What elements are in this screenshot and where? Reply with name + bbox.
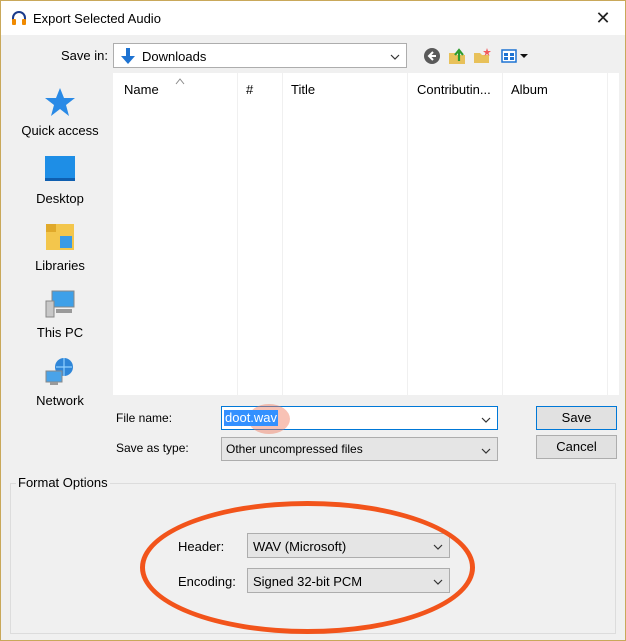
star-icon bbox=[42, 85, 78, 119]
column-header: Name bbox=[124, 82, 159, 97]
title-bar: Export Selected Audio ✕ bbox=[1, 1, 625, 35]
audacity-headphones-icon bbox=[11, 10, 27, 26]
save-in-dropdown[interactable]: Downloads bbox=[113, 43, 407, 68]
column-name[interactable]: Name bbox=[113, 73, 238, 395]
new-folder-icon[interactable] bbox=[472, 46, 492, 66]
column-header: Contributin... bbox=[417, 82, 491, 97]
save-in-label: Save in: bbox=[61, 48, 108, 63]
desktop-icon bbox=[42, 153, 78, 187]
column-number[interactable]: # bbox=[238, 73, 283, 395]
save-button[interactable]: Save bbox=[536, 406, 617, 430]
column-header: Title bbox=[291, 82, 316, 97]
column-header: Album bbox=[511, 82, 548, 97]
sort-ascending-icon bbox=[175, 73, 185, 85]
header-dropdown[interactable]: WAV (Microsoft) bbox=[247, 533, 450, 558]
chevron-down-icon bbox=[433, 575, 443, 585]
encoding-label: Encoding: bbox=[178, 574, 236, 589]
format-options-group bbox=[10, 483, 616, 634]
place-label: Quick access bbox=[21, 123, 99, 138]
place-this-pc[interactable]: This PC bbox=[12, 287, 108, 349]
chevron-down-icon bbox=[390, 50, 400, 60]
place-label: Libraries bbox=[35, 258, 85, 273]
place-label: Network bbox=[36, 393, 84, 408]
format-options-title: Format Options bbox=[16, 475, 110, 490]
back-icon[interactable] bbox=[422, 46, 442, 66]
chevron-down-icon[interactable] bbox=[481, 413, 491, 423]
place-desktop[interactable]: Desktop bbox=[12, 153, 108, 215]
save-as-type-value: Other uncompressed files bbox=[226, 442, 363, 456]
window-title: Export Selected Audio bbox=[33, 11, 161, 26]
column-contributing[interactable]: Contributin... bbox=[408, 73, 503, 395]
save-in-value: Downloads bbox=[142, 49, 207, 64]
file-name-input[interactable]: doot.wav bbox=[221, 404, 498, 434]
column-album[interactable]: Album bbox=[503, 73, 608, 395]
file-list[interactable]: Name # Title Contributin... Album bbox=[113, 73, 619, 395]
header-value: WAV (Microsoft) bbox=[253, 539, 347, 554]
export-dialog: Export Selected Audio ✕ Save in: Downloa… bbox=[0, 0, 626, 641]
column-header: # bbox=[246, 82, 254, 97]
save-as-type-label: Save as type: bbox=[116, 441, 189, 455]
encoding-dropdown[interactable]: Signed 32-bit PCM bbox=[247, 568, 450, 593]
view-menu-icon[interactable] bbox=[500, 46, 530, 66]
chevron-down-icon bbox=[433, 540, 443, 550]
place-network[interactable]: Network bbox=[12, 355, 108, 417]
encoding-value: Signed 32-bit PCM bbox=[253, 574, 363, 589]
close-button[interactable]: ✕ bbox=[591, 7, 615, 29]
network-icon bbox=[42, 355, 78, 389]
save-as-type-dropdown[interactable]: Other uncompressed files bbox=[221, 437, 498, 461]
file-name-label: File name: bbox=[116, 411, 173, 425]
file-name-value: doot.wav bbox=[224, 410, 279, 426]
places-bar: Quick access Desktop Libraries This PC N… bbox=[12, 73, 108, 423]
place-label: This PC bbox=[36, 325, 84, 340]
computer-icon bbox=[42, 287, 78, 321]
up-folder-icon[interactable] bbox=[447, 46, 467, 66]
place-label: Desktop bbox=[36, 191, 84, 206]
place-quick-access[interactable]: Quick access bbox=[12, 85, 108, 147]
column-title[interactable]: Title bbox=[283, 73, 408, 395]
header-label: Header: bbox=[178, 539, 225, 554]
cancel-button[interactable]: Cancel bbox=[536, 435, 617, 459]
libraries-icon bbox=[42, 220, 78, 254]
place-libraries[interactable]: Libraries bbox=[12, 220, 108, 282]
chevron-down-icon bbox=[481, 444, 491, 454]
download-arrow-icon bbox=[120, 47, 136, 65]
